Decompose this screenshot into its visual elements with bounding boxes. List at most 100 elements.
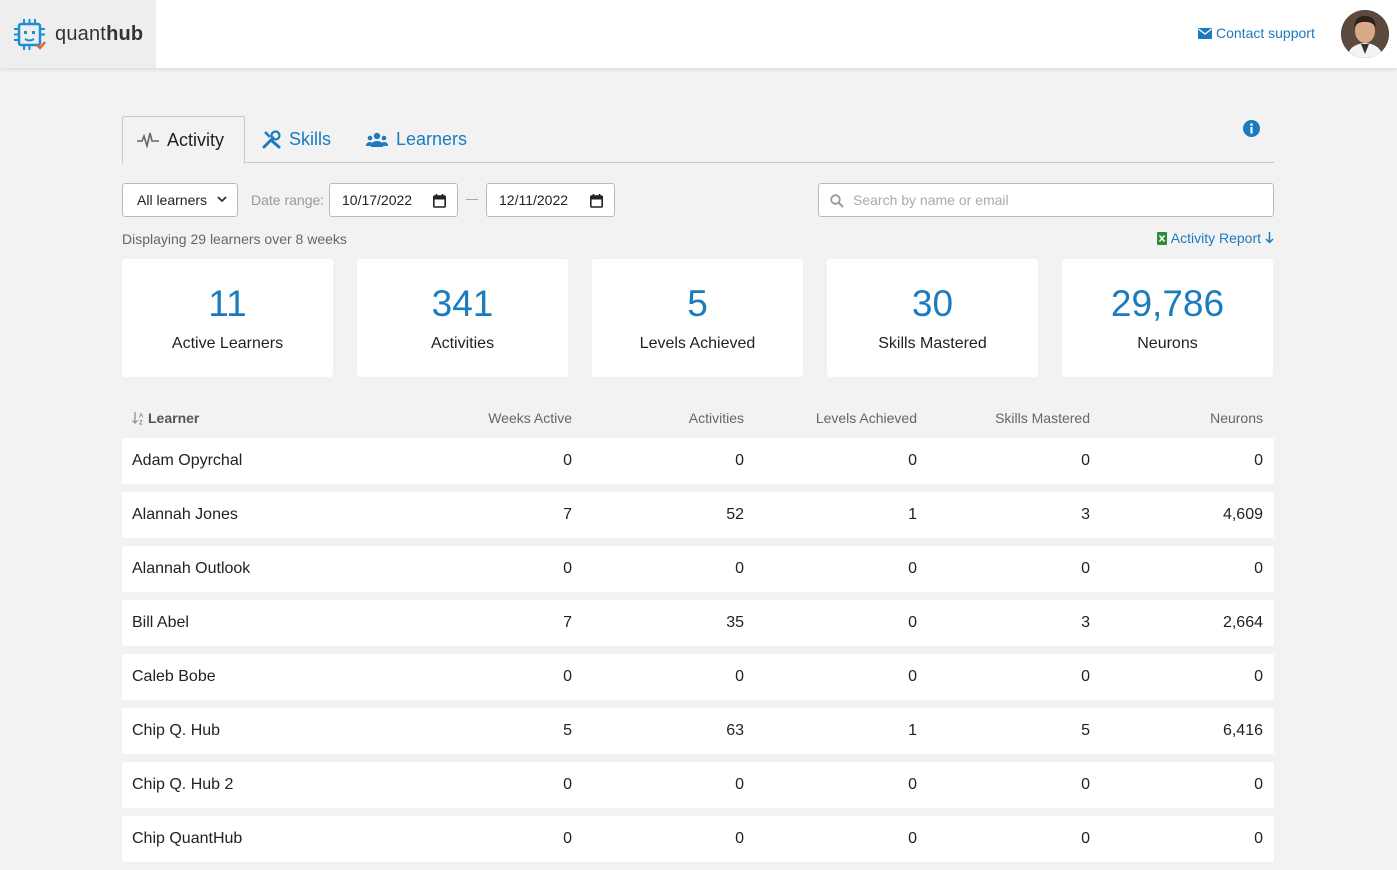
stat-card-neurons: 29,786 Neurons xyxy=(1062,259,1273,377)
activities-cell: 0 xyxy=(735,830,744,847)
column-header-learner[interactable]: A Z Learner xyxy=(132,410,199,426)
neurons-cell: 0 xyxy=(1254,452,1263,469)
table-row[interactable]: Alannah Jones 7 52 1 3 4,609 xyxy=(122,492,1274,538)
levels-achieved-cell: 1 xyxy=(908,506,917,523)
tab-skills[interactable]: Skills xyxy=(262,116,331,163)
neurons-cell: 6,416 xyxy=(1222,722,1263,739)
learner-select[interactable]: All learners xyxy=(122,183,238,217)
activities-cell: 63 xyxy=(726,722,744,739)
tab-skills-label: Skills xyxy=(289,129,332,149)
column-header-neurons[interactable]: Neurons xyxy=(1163,410,1263,426)
activities-cell: 0 xyxy=(735,668,744,685)
tab-learners[interactable]: Learners xyxy=(366,116,467,163)
table-row[interactable]: Alannah Outlook 0 0 0 0 0 xyxy=(122,546,1274,592)
stat-cards: 11 Active Learners 341 Activities 5 Leve… xyxy=(122,259,1274,377)
stat-value: 341 xyxy=(431,283,494,324)
skills-mastered-cell: 3 xyxy=(1081,614,1090,631)
tools-icon xyxy=(262,130,281,149)
neurons-cell: 0 xyxy=(1254,668,1263,685)
column-header-activities[interactable]: Activities xyxy=(644,410,744,426)
user-avatar[interactable] xyxy=(1341,10,1389,58)
levels-achieved-cell: 0 xyxy=(908,830,917,847)
users-icon xyxy=(366,132,388,147)
learner-name: Chip Q. Hub xyxy=(132,722,221,739)
table-row[interactable]: Chip Q. Hub 5 63 1 5 6,416 xyxy=(122,708,1274,754)
learner-name: Caleb Bobe xyxy=(132,668,216,685)
stat-label: Activities xyxy=(430,335,495,352)
activity-report-link[interactable]: Activity Report xyxy=(1156,230,1274,246)
date-range-separator xyxy=(466,199,478,200)
learner-name: Adam Opyrchal xyxy=(132,452,243,469)
learner-select-value: All learners xyxy=(137,192,208,208)
skills-mastered-cell: 0 xyxy=(1081,452,1090,469)
weeks-active-cell: 0 xyxy=(563,830,572,847)
tab-activity-label: Activity xyxy=(167,129,225,150)
stat-label: Active Learners xyxy=(171,335,284,352)
skills-mastered-cell: 0 xyxy=(1081,668,1090,685)
stat-label: Levels Achieved xyxy=(639,335,756,352)
skills-mastered-cell: 0 xyxy=(1081,776,1090,793)
date-start-value: 10/17/2022 xyxy=(342,192,413,208)
activities-cell: 0 xyxy=(735,776,744,793)
neurons-cell: 0 xyxy=(1254,830,1263,847)
stat-card-active-learners: 11 Active Learners xyxy=(122,259,333,377)
tab-activity[interactable]: Activity xyxy=(122,116,245,164)
learner-name: Chip QuantHub xyxy=(132,830,243,847)
stat-card-skills-mastered: 30 Skills Mastered xyxy=(827,259,1038,377)
neurons-cell: 0 xyxy=(1254,776,1263,793)
table-row[interactable]: Chip QuantHub 0 0 0 0 0 xyxy=(122,816,1274,862)
logo-text: quanthub xyxy=(55,22,144,45)
tab-bar: Activity Skills Learners xyxy=(122,116,1274,164)
activities-cell: 35 xyxy=(726,614,744,631)
search-input[interactable] xyxy=(853,184,1263,216)
stat-label: Neurons xyxy=(1137,335,1198,352)
neurons-cell: 0 xyxy=(1254,560,1263,577)
levels-achieved-cell: 0 xyxy=(908,776,917,793)
weeks-active-cell: 0 xyxy=(563,560,572,577)
levels-achieved-cell: 0 xyxy=(908,560,917,577)
svg-text:Z: Z xyxy=(139,420,143,425)
weeks-active-cell: 5 xyxy=(563,722,572,739)
table-row[interactable]: Bill Abel 7 35 0 3 2,664 xyxy=(122,600,1274,646)
stat-value: 5 xyxy=(687,283,708,324)
date-range-label: Date range: xyxy=(251,192,325,208)
search-icon xyxy=(830,194,844,208)
logo[interactable]: quanthub xyxy=(0,0,156,68)
calendar-icon[interactable] xyxy=(590,194,603,208)
skills-mastered-cell: 3 xyxy=(1081,506,1090,523)
weeks-active-cell: 7 xyxy=(563,506,572,523)
column-header-weeks-active[interactable]: Weeks Active xyxy=(472,410,572,426)
pulse-icon xyxy=(137,132,159,148)
table-row[interactable]: Caleb Bobe 0 0 0 0 0 xyxy=(122,654,1274,700)
calendar-icon[interactable] xyxy=(433,194,446,208)
activities-cell: 52 xyxy=(726,506,744,523)
envelope-icon xyxy=(1198,27,1212,39)
date-end-input[interactable]: 12/11/2022 xyxy=(486,183,615,217)
levels-achieved-cell: 0 xyxy=(908,668,917,685)
column-header-skills-mastered[interactable]: Skills Mastered xyxy=(970,410,1090,426)
display-summary: Displaying 29 learners over 8 weeks xyxy=(122,231,347,247)
filter-bar: All learners Date range: 10/17/2022 12/1… xyxy=(122,183,1274,217)
column-header-levels-achieved[interactable]: Levels Achieved xyxy=(797,410,917,426)
levels-achieved-cell: 0 xyxy=(908,452,917,469)
learner-name: Bill Abel xyxy=(132,614,189,631)
table-row[interactable]: Adam Opyrchal 0 0 0 0 0 xyxy=(122,438,1274,484)
sort-icon: A Z xyxy=(132,411,144,425)
contact-support-link[interactable]: Contact support xyxy=(1198,25,1315,41)
date-start-input[interactable]: 10/17/2022 xyxy=(329,183,458,217)
stat-value: 30 xyxy=(911,283,954,324)
stat-label: Skills Mastered xyxy=(878,335,987,352)
chip-logo-icon xyxy=(14,18,46,50)
weeks-active-cell: 0 xyxy=(563,452,572,469)
info-icon[interactable] xyxy=(1243,120,1260,137)
learner-name: Alannah Outlook xyxy=(132,560,251,577)
stat-card-levels-achieved: 5 Levels Achieved xyxy=(592,259,803,377)
neurons-cell: 2,664 xyxy=(1222,614,1263,631)
learner-name: Chip Q. Hub 2 xyxy=(132,776,234,793)
contact-support-label: Contact support xyxy=(1216,25,1315,41)
excel-icon xyxy=(1156,231,1167,245)
table-row[interactable]: Chip Q. Hub 2 0 0 0 0 0 xyxy=(122,762,1274,808)
weeks-active-cell: 0 xyxy=(563,776,572,793)
tab-learners-label: Learners xyxy=(396,129,468,149)
arrow-down-icon xyxy=(1265,232,1274,244)
